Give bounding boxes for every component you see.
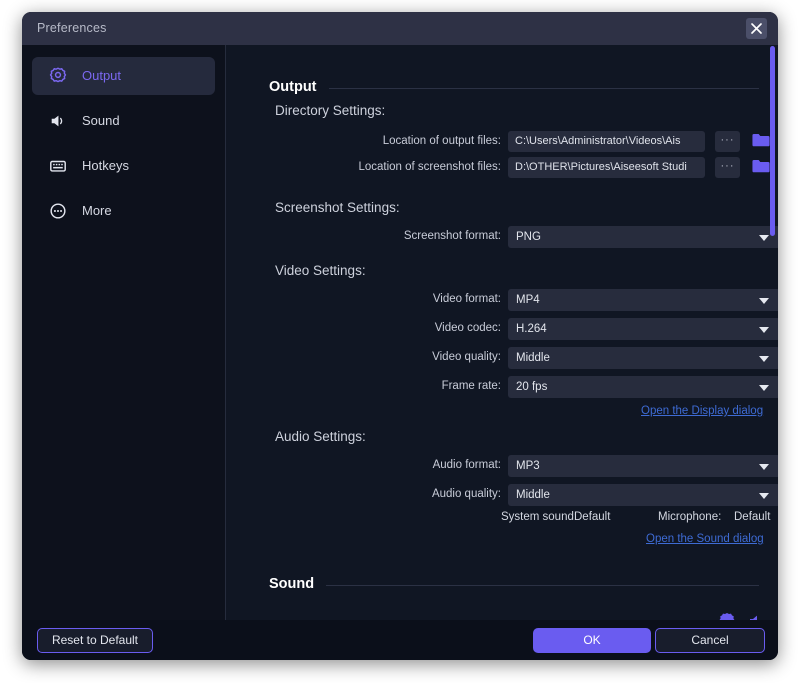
output-location-folder-button[interactable] [751, 131, 771, 152]
gear-icon [49, 67, 67, 85]
close-icon [751, 23, 762, 34]
window-titlebar[interactable]: Preferences [22, 12, 778, 45]
open-sound-dialog-link[interactable]: Open the Sound dialog [646, 533, 764, 545]
sidebar-item-label: More [82, 203, 112, 218]
value-microphone: Default [734, 511, 771, 523]
audio-quality-select[interactable]: Middle [508, 484, 778, 506]
video-quality-select[interactable]: Middle [508, 347, 778, 369]
dialog-footer: Reset to Default OK Cancel [22, 620, 778, 660]
label-system-sound: System sound: [501, 511, 578, 523]
chevron-down-icon [759, 356, 769, 362]
settings-content: Output Directory Settings: Location of o… [226, 45, 778, 620]
chevron-down-icon [759, 235, 769, 241]
reset-to-default-button[interactable]: Reset to Default [37, 628, 153, 653]
close-button[interactable] [746, 18, 767, 39]
sidebar-item-more[interactable]: More [32, 192, 215, 230]
frame-rate-value: 20 fps [516, 381, 548, 393]
label-video-format: Video format: [432, 293, 501, 305]
chevron-down-icon [759, 493, 769, 499]
output-location-input[interactable]: C:\Users\Administrator\Videos\Ais [508, 131, 705, 152]
label-video-codec: Video codec: [434, 322, 501, 334]
screen: Preferences Output Sound Hotkeys More Ou… [0, 0, 800, 683]
screenshot-location-folder-button[interactable] [751, 157, 771, 178]
group-title-audio: Audio Settings: [275, 429, 366, 444]
ok-button[interactable]: OK [533, 628, 651, 653]
sidebar-item-label: Output [82, 68, 122, 83]
screenshot-location-browse-button[interactable]: ··· [715, 157, 740, 178]
speaker-small-icon[interactable] [748, 611, 766, 620]
sidebar-item-label: Hotkeys [82, 158, 129, 173]
audio-format-select[interactable]: MP3 [508, 455, 778, 477]
sidebar-item-sound[interactable]: Sound [32, 102, 215, 140]
section-heading-output: Output [269, 79, 317, 95]
label-microphone: Microphone: [658, 511, 722, 523]
folder-icon [752, 134, 770, 147]
audio-quality-value: Middle [516, 489, 550, 501]
screenshot-format-select[interactable]: PNG [508, 226, 778, 248]
label-screenshot-format: Screenshot format: [403, 230, 501, 242]
chevron-down-icon [759, 298, 769, 304]
label-video-quality: Video quality: [432, 351, 501, 363]
label-audio-format: Audio format: [432, 459, 501, 471]
video-codec-select[interactable]: H.264 [508, 318, 778, 340]
ellipsis-circle-icon [49, 202, 67, 220]
group-title-screenshot: Screenshot Settings: [275, 200, 400, 215]
label-output-location: Location of output files: [382, 135, 501, 147]
frame-rate-select[interactable]: 20 fps [508, 376, 778, 398]
cancel-button[interactable]: Cancel [655, 628, 765, 653]
section-rule [329, 88, 759, 89]
chevron-down-icon [759, 464, 769, 470]
video-codec-value: H.264 [516, 323, 547, 335]
audio-format-value: MP3 [516, 460, 540, 472]
speaker-icon [49, 112, 67, 130]
sound-toggle-icon[interactable] [716, 611, 738, 620]
video-format-select[interactable]: MP4 [508, 289, 778, 311]
label-audio-quality: Audio quality: [431, 488, 501, 500]
group-title-video: Video Settings: [275, 263, 366, 278]
sidebar-item-output[interactable]: Output [32, 57, 215, 95]
keyboard-icon [49, 157, 67, 175]
sidebar-item-hotkeys[interactable]: Hotkeys [32, 147, 215, 185]
section-rule [326, 585, 759, 586]
label-screenshot-location: Location of screenshot files: [358, 161, 501, 173]
preferences-window: Preferences Output Sound Hotkeys More Ou… [22, 12, 778, 660]
section-heading-sound: Sound [269, 576, 315, 592]
sidebar-item-label: Sound [82, 113, 120, 128]
open-display-dialog-link[interactable]: Open the Display dialog [641, 405, 763, 417]
content-scrollbar-thumb[interactable] [770, 46, 775, 236]
screenshot-location-input[interactable]: D:\OTHER\Pictures\Aiseesoft Studi [508, 157, 705, 178]
screenshot-format-value: PNG [516, 231, 541, 243]
value-system-sound: Default [574, 511, 611, 523]
output-location-browse-button[interactable]: ··· [715, 131, 740, 152]
label-frame-rate: Frame rate: [441, 380, 501, 392]
video-quality-value: Middle [516, 352, 550, 364]
chevron-down-icon [759, 327, 769, 333]
group-title-directory: Directory Settings: [275, 103, 386, 118]
chevron-down-icon [759, 385, 769, 391]
video-format-value: MP4 [516, 294, 540, 306]
folder-icon [752, 160, 770, 173]
sidebar: Output Sound Hotkeys More [22, 45, 225, 620]
window-title: Preferences [37, 21, 107, 35]
